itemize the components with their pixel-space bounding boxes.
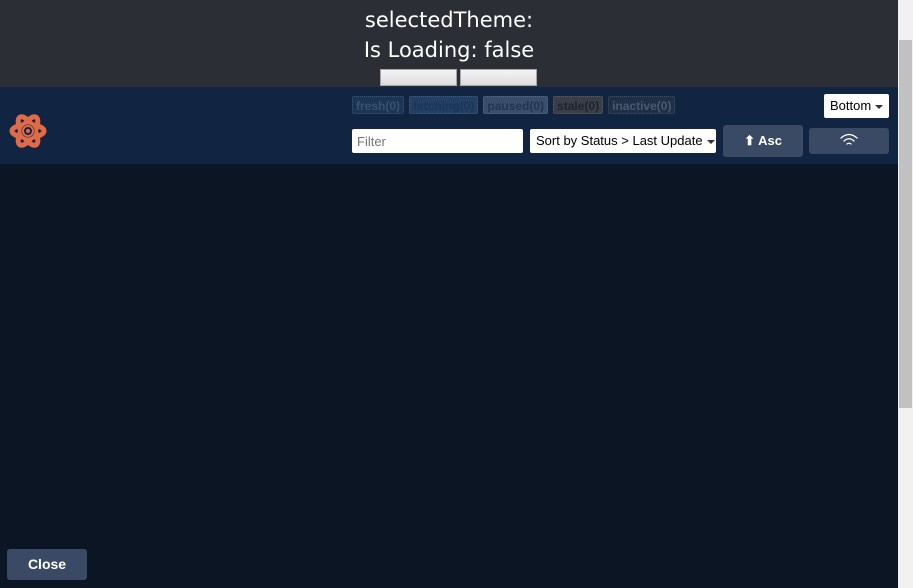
react-query-logo-icon[interactable]: [9, 112, 47, 150]
badge-stale-label: stale: [557, 99, 585, 113]
badge-fresh-count: (0): [385, 99, 401, 113]
position-select[interactable]: Bottom: [824, 94, 889, 118]
badge-stale-count: (0): [584, 99, 600, 113]
online-toggle-button[interactable]: [809, 128, 889, 154]
badge-paused-label: paused: [487, 99, 530, 113]
scrollbar-thumb[interactable]: [899, 40, 912, 408]
badge-fetching-label: fetching: [413, 99, 460, 113]
close-button[interactable]: Close: [7, 549, 87, 580]
position-select-value: Bottom: [830, 98, 872, 113]
filter-input[interactable]: [352, 129, 523, 153]
badge-fetching-count: (0): [459, 99, 475, 113]
badge-stale[interactable]: stale(0): [553, 96, 604, 114]
sort-direction-button[interactable]: ⬆ Asc: [723, 125, 803, 157]
app-header: selectedTheme: Is Loading: false: [0, 0, 898, 87]
badge-paused[interactable]: paused(0): [483, 96, 549, 114]
badge-fetching[interactable]: fetching(0): [409, 96, 479, 114]
status-badges: fresh(0) fetching(0) paused(0) stale(0) …: [352, 96, 676, 114]
wifi-icon: [840, 133, 858, 145]
loading-status-text: Is Loading: false: [363, 38, 535, 62]
selected-theme-text: selectedTheme:: [364, 8, 534, 32]
sort-select-value: Sort by Status > Last Update: [536, 133, 703, 148]
chevron-down-icon: [875, 104, 884, 109]
badge-fresh[interactable]: fresh(0): [352, 96, 405, 114]
theme-button-2[interactable]: [460, 69, 537, 86]
badge-fresh-label: fresh: [356, 99, 386, 113]
page: selectedTheme: Is Loading: false fresh(0…: [0, 0, 913, 588]
sort-select[interactable]: Sort by Status > Last Update: [530, 129, 716, 153]
badge-inactive-count: (0): [656, 99, 672, 113]
badge-inactive-label: inactive: [612, 99, 657, 113]
scrollbar[interactable]: [898, 0, 913, 588]
badge-paused-count: (0): [529, 99, 545, 113]
devtools-panel-header: fresh(0) fetching(0) paused(0) stale(0) …: [0, 87, 898, 164]
badge-inactive[interactable]: inactive(0): [608, 96, 676, 114]
chevron-down-icon: [706, 139, 715, 144]
query-list-area: [0, 164, 898, 588]
theme-button-1[interactable]: [380, 69, 457, 86]
